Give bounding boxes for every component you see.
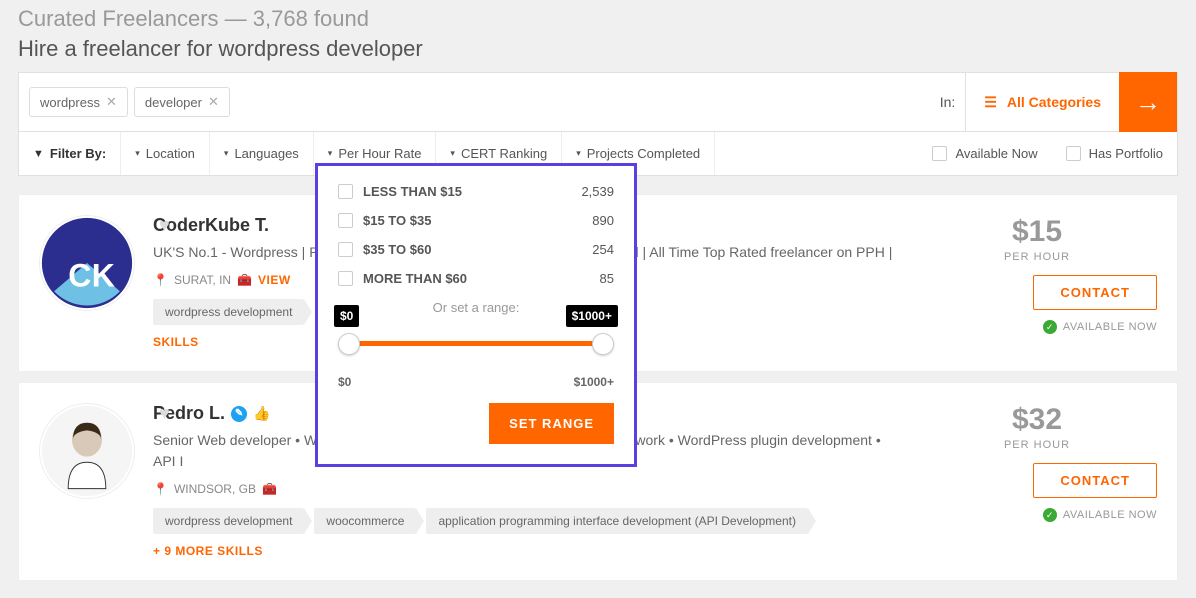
page-header: Curated Freelancers — 3,768 found Hire a… <box>0 0 1196 72</box>
caret-down-icon: ▾ <box>576 148 581 159</box>
available-badge: ✓AVAILABLE NOW <box>1043 508 1157 522</box>
tag-label: developer <box>145 95 202 110</box>
heart-icon[interactable]: ♥ <box>159 215 170 236</box>
skill-chip[interactable]: wordpress development <box>153 508 304 534</box>
has-portfolio-checkbox[interactable]: Has Portfolio <box>1052 132 1177 175</box>
categories-label: All Categories <box>1007 94 1101 110</box>
rate-option[interactable]: MORE THAN $6085 <box>338 271 614 286</box>
slider-max-handle[interactable] <box>592 333 614 355</box>
arrow-right-icon: → <box>1135 87 1161 118</box>
skill-chip[interactable]: wordpress development <box>153 299 304 325</box>
in-label: In: <box>930 94 966 110</box>
avatar[interactable] <box>39 403 135 499</box>
price: $15 <box>917 215 1157 249</box>
briefcase-icon: 🧰 <box>262 482 277 496</box>
briefcase-icon: 🧰 <box>237 273 252 287</box>
max-bubble: $1000+ <box>566 305 618 327</box>
range-slider[interactable]: $0 $1000+ <box>338 329 614 369</box>
svg-text:K: K <box>92 258 115 294</box>
checkbox-icon <box>338 213 353 228</box>
search-tag[interactable]: wordpress ✕ <box>29 87 128 117</box>
close-icon[interactable]: ✕ <box>106 94 117 110</box>
per-hour-label: PER HOUR <box>917 251 1157 263</box>
heart-icon[interactable]: ♥ <box>159 403 170 424</box>
close-icon[interactable]: ✕ <box>208 94 219 110</box>
contact-button[interactable]: CONTACT <box>1033 463 1157 498</box>
rate-dropdown: LESS THAN $152,539 $15 TO $35890 $35 TO … <box>315 163 637 467</box>
view-link[interactable]: VIEW <box>258 273 291 287</box>
rate-option[interactable]: $35 TO $60254 <box>338 242 614 257</box>
page-subtitle: Hire a freelancer for wordpress develope… <box>18 36 1178 62</box>
set-range-button[interactable]: SET RANGE <box>489 403 614 444</box>
search-button[interactable]: → <box>1119 72 1177 132</box>
contact-button[interactable]: CONTACT <box>1033 275 1157 310</box>
avatar[interactable]: CK <box>39 215 135 311</box>
filter-by-label: ▼Filter By: <box>19 132 121 175</box>
svg-text:C: C <box>68 258 91 294</box>
price: $32 <box>917 403 1157 437</box>
list-icon: ☰ <box>984 94 997 111</box>
per-hour-label: PER HOUR <box>917 439 1157 451</box>
rate-option[interactable]: $15 TO $35890 <box>338 213 614 228</box>
caret-down-icon: ▾ <box>450 148 455 159</box>
pin-icon: 📍 <box>153 273 168 287</box>
available-now-checkbox[interactable]: Available Now <box>918 132 1051 175</box>
verified-icon: ✎ <box>231 406 247 422</box>
skill-chip[interactable]: woocommerce <box>314 508 416 534</box>
available-badge: ✓AVAILABLE NOW <box>1043 320 1157 334</box>
search-tags: wordpress ✕ developer ✕ <box>19 87 930 117</box>
freelancer-location: SURAT, IN <box>174 273 231 287</box>
caret-down-icon: ▾ <box>328 148 333 159</box>
checkbox-icon <box>338 184 353 199</box>
slider-min-handle[interactable] <box>338 333 360 355</box>
max-value: $1000+ <box>574 375 614 389</box>
check-icon: ✓ <box>1043 508 1057 522</box>
thumbs-up-icon: 👍 <box>253 405 270 422</box>
min-bubble: $0 <box>334 305 359 327</box>
check-icon: ✓ <box>1043 320 1057 334</box>
checkbox-icon <box>338 242 353 257</box>
checkbox-icon <box>338 271 353 286</box>
categories-dropdown[interactable]: ☰ All Categories <box>965 73 1119 131</box>
checkbox-icon <box>1066 146 1081 161</box>
filter-location[interactable]: ▾Location <box>121 132 210 175</box>
filter-languages[interactable]: ▾Languages <box>210 132 314 175</box>
caret-down-icon: ▾ <box>224 148 229 159</box>
search-bar: wordpress ✕ developer ✕ In: ☰ All Categori… <box>18 72 1178 132</box>
more-skills-link[interactable]: + 9 MORE SKILLS <box>153 544 263 558</box>
page-title: Curated Freelancers — 3,768 found <box>18 6 1178 32</box>
freelancer-location: WINDSOR, GB <box>174 482 256 496</box>
tag-label: wordpress <box>40 95 100 110</box>
pin-icon: 📍 <box>153 482 168 496</box>
min-value: $0 <box>338 375 351 389</box>
rate-option[interactable]: LESS THAN $152,539 <box>338 184 614 199</box>
search-tag[interactable]: developer ✕ <box>134 87 230 117</box>
caret-down-icon: ▾ <box>135 148 140 159</box>
skill-chip[interactable]: application programming interface develo… <box>426 508 808 534</box>
slider-track <box>348 341 604 346</box>
funnel-icon: ▼ <box>33 148 44 160</box>
checkbox-icon <box>932 146 947 161</box>
more-skills-link[interactable]: SKILLS <box>153 335 199 349</box>
